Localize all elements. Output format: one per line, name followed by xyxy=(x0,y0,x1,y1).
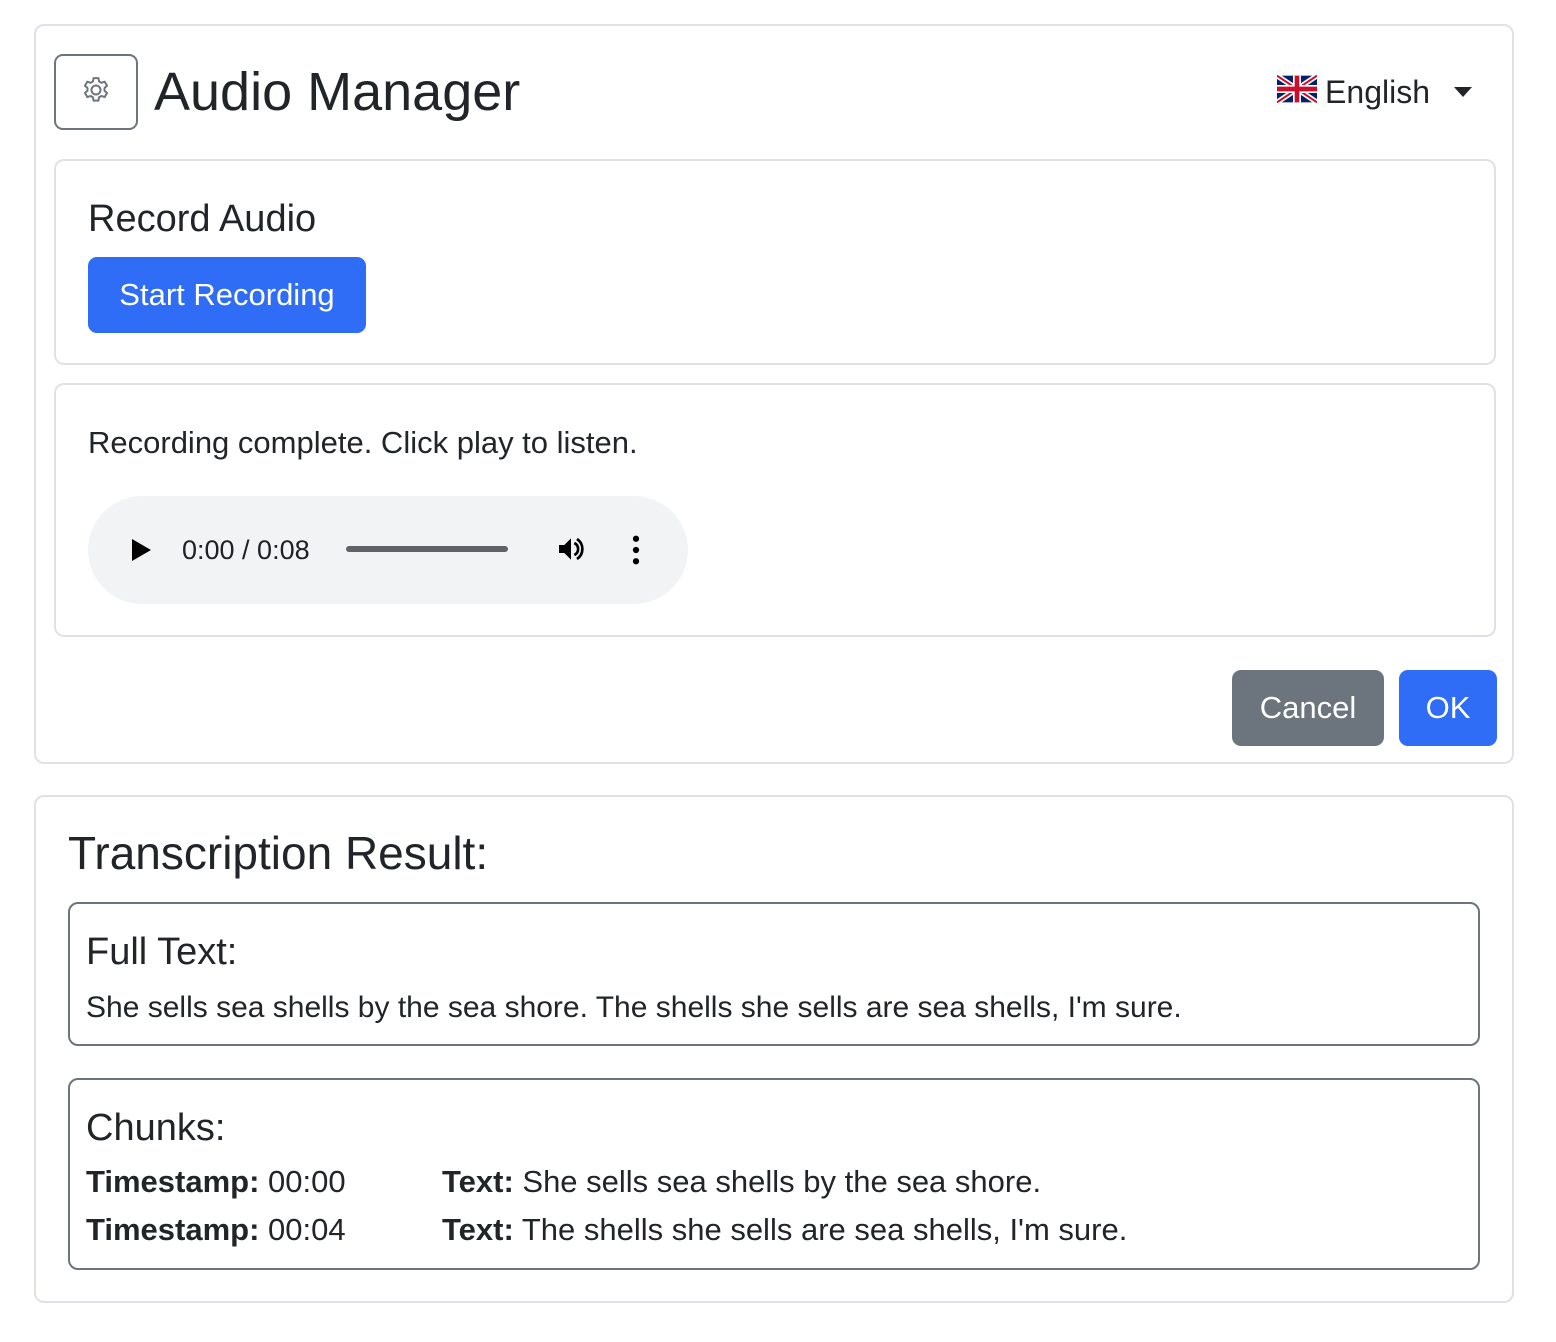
full-text-box: Full Text: She sells sea shells by the s… xyxy=(68,902,1480,1046)
chunk-timestamp: Timestamp: 00:04 xyxy=(86,1210,346,1250)
volume-icon[interactable] xyxy=(554,533,588,570)
cancel-button[interactable]: Cancel xyxy=(1232,670,1384,746)
seek-slider[interactable] xyxy=(346,546,508,552)
timestamp-label: Timestamp: xyxy=(86,1212,260,1247)
text-value: She sells sea shells by the sea shore. xyxy=(522,1164,1042,1199)
chunks-label: Chunks: xyxy=(86,1107,226,1149)
chevron-down-icon xyxy=(1454,87,1472,97)
text-label: Text: xyxy=(442,1164,514,1199)
timestamp-value: 00:04 xyxy=(268,1212,346,1247)
recording-status-text: Recording complete. Click play to listen… xyxy=(88,425,638,460)
more-options-icon[interactable] xyxy=(630,535,642,570)
audio-player[interactable]: 0:00 / 0:08 xyxy=(88,496,688,604)
full-text-content: She sells sea shells by the sea shore. T… xyxy=(86,991,1182,1024)
language-label: English xyxy=(1325,74,1430,110)
timestamp-value: 00:00 xyxy=(268,1164,346,1199)
chunks-box: Chunks: Timestamp: 00:00 Text: She sells… xyxy=(68,1078,1480,1270)
language-dropdown[interactable]: English xyxy=(1275,72,1472,112)
full-text-label: Full Text: xyxy=(86,931,238,973)
audio-manager-card: Audio Manager English Record Audio Start… xyxy=(34,24,1514,764)
record-audio-title: Record Audio xyxy=(88,198,317,240)
gear-icon xyxy=(79,73,113,112)
timestamp-label: Timestamp: xyxy=(86,1164,260,1199)
transcription-result-card: Transcription Result: Full Text: She sel… xyxy=(34,795,1514,1303)
text-label: Text: xyxy=(442,1212,514,1247)
settings-button[interactable] xyxy=(54,54,138,130)
text-value: The shells she sells are sea shells, I'm… xyxy=(521,1212,1128,1247)
play-icon[interactable] xyxy=(132,539,151,561)
transcription-result-title: Transcription Result: xyxy=(68,827,489,879)
start-recording-button[interactable]: Start Recording xyxy=(88,257,366,333)
record-audio-panel: Record Audio Start Recording xyxy=(54,159,1496,365)
chunk-timestamp: Timestamp: 00:00 xyxy=(86,1162,346,1202)
ok-button[interactable]: OK xyxy=(1399,670,1497,746)
page-title: Audio Manager xyxy=(154,62,521,122)
chunk-text: Text: The shells she sells are sea shell… xyxy=(442,1210,1127,1250)
playback-time: 0:00 / 0:08 xyxy=(182,535,310,565)
uk-flag-icon xyxy=(1275,72,1319,112)
playback-panel: Recording complete. Click play to listen… xyxy=(54,383,1496,637)
chunk-text: Text: She sells sea shells by the sea sh… xyxy=(442,1162,1041,1202)
